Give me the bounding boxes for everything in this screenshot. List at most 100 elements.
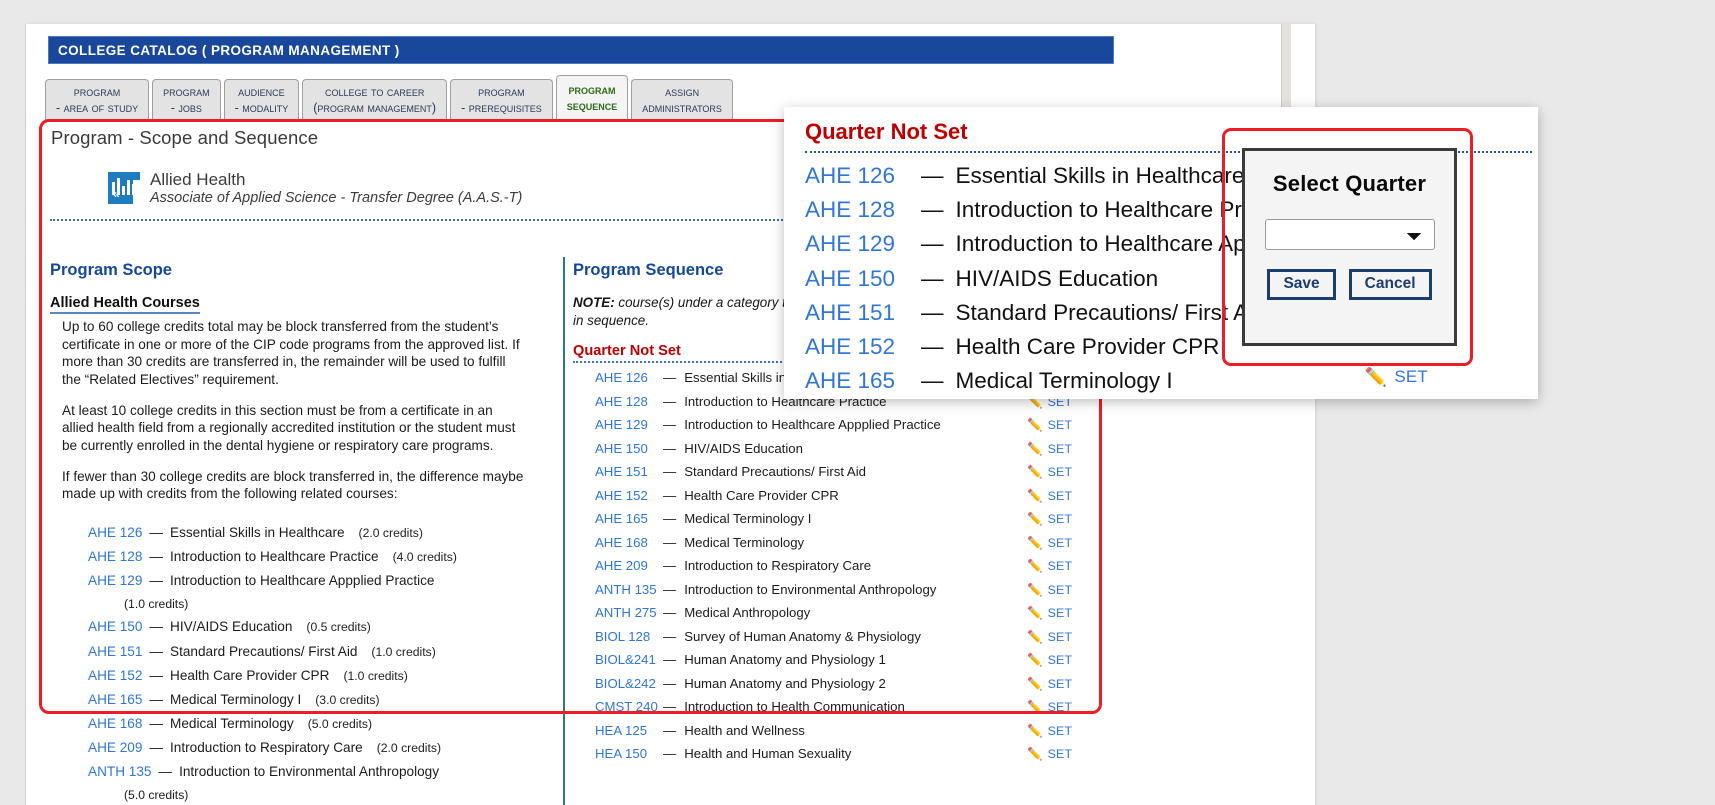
- course-code-link[interactable]: CMST 240: [595, 695, 661, 719]
- course-code-link[interactable]: BIOL&242: [595, 672, 661, 696]
- set-quarter-action[interactable]: ✏️ SET: [1027, 438, 1113, 460]
- course-code-link[interactable]: HEA 125: [595, 719, 661, 743]
- sequence-course-row: BIOL 128— Survey of Human Anatomy & Physi…: [573, 625, 1113, 649]
- set-quarter-action[interactable]: ✏️ SET: [1027, 414, 1113, 436]
- set-quarter-action[interactable]: ✏️ SET: [1027, 649, 1113, 671]
- set-link-label[interactable]: SET: [1048, 508, 1073, 530]
- tab-5[interactable]: Program Sequence: [555, 75, 629, 122]
- tab-2[interactable]: Audience - Modality: [223, 79, 300, 122]
- set-quarter-action[interactable]: ✏️ SET: [1027, 555, 1113, 577]
- scope-course-list: AHE 126 — Essential Skills in Healthcare (2…: [88, 521, 540, 805]
- set-link-label[interactable]: SET: [1048, 626, 1073, 648]
- set-link-label[interactable]: SET: [1048, 696, 1073, 718]
- set-link-label[interactable]: SET: [1048, 461, 1073, 483]
- set-link-label[interactable]: SET: [1048, 743, 1073, 765]
- app-title: COLLEGE CATALOG ( PROGRAM MANAGEMENT ): [58, 42, 400, 58]
- course-code-link[interactable]: AHE 151: [595, 460, 661, 484]
- course-code-link[interactable]: AHE 128: [88, 549, 142, 564]
- set-quarter-action[interactable]: ✏️ SET: [1027, 673, 1113, 695]
- tab-6[interactable]: Assign Administrators: [631, 79, 733, 122]
- set-link-label[interactable]: SET: [1394, 364, 1428, 390]
- course-code-link[interactable]: AHE 209: [88, 740, 142, 755]
- quarter-select[interactable]: [1264, 219, 1435, 250]
- course-title: Health and Human Sexuality: [684, 746, 852, 762]
- course-code-link[interactable]: AHE 165: [805, 364, 917, 398]
- course-title: Medical Terminology I: [684, 511, 812, 527]
- tab-3[interactable]: College to Career (Program Management): [302, 79, 448, 122]
- course-code-link[interactable]: AHE 168: [595, 531, 661, 555]
- course-code-link[interactable]: AHE 126: [805, 159, 917, 193]
- set-quarter-action[interactable]: ✏️ SET: [1027, 508, 1113, 530]
- course-code-link[interactable]: AHE 129: [595, 413, 661, 437]
- tab-label-line2: - Modality: [234, 100, 289, 115]
- course-code-link[interactable]: AHE 126: [88, 525, 142, 540]
- set-quarter-action[interactable]: ✏️ SET: [1027, 579, 1113, 601]
- pencil-icon: ✏️: [1027, 441, 1043, 456]
- select-quarter-dialog: Select Quarter Save Cancel: [1242, 148, 1457, 346]
- course-title: Standard Precautions/ First Aid: [955, 299, 1266, 325]
- set-link-label[interactable]: SET: [1048, 532, 1073, 554]
- course-code-link[interactable]: BIOL 128: [595, 625, 661, 649]
- set-quarter-action[interactable]: ✏️ SET: [1027, 743, 1113, 765]
- sequence-course-row: BIOL&242— Human Anatomy and Physiology 2 ✏…: [573, 672, 1113, 696]
- set-quarter-action[interactable]: ✏️ SET: [1027, 626, 1113, 648]
- set-link-label[interactable]: SET: [1048, 485, 1073, 507]
- course-dash: —: [149, 716, 164, 732]
- course-dash: —: [149, 573, 164, 589]
- course-code-link[interactable]: AHE 151: [805, 296, 917, 330]
- set-quarter-action[interactable]: ✏️ SET: [1027, 696, 1113, 718]
- set-quarter-action[interactable]: ✏️ SET: [1027, 532, 1113, 554]
- course-code-link[interactable]: BIOL&241: [595, 648, 661, 672]
- sequence-course-row: HEA 150— Health and Human Sexuality ✏️ SET: [573, 742, 1113, 766]
- course-code-link[interactable]: ANTH 135: [595, 578, 661, 602]
- course-code-link[interactable]: AHE 165: [595, 507, 661, 531]
- cancel-button[interactable]: Cancel: [1348, 269, 1432, 300]
- tab-4[interactable]: Program - Prerequisites: [450, 79, 553, 122]
- course-title: Introduction to Healthcare Appplied Prac…: [684, 417, 941, 433]
- course-title: Introduction to Respiratory Care: [170, 740, 363, 756]
- set-quarter-action[interactable]: ✏️ SET: [1027, 461, 1113, 483]
- tab-0[interactable]: Program - Area of Study: [45, 79, 150, 122]
- course-dash: —: [149, 740, 164, 756]
- set-quarter-action[interactable]: ✏️ SET: [1027, 720, 1113, 742]
- course-code-link[interactable]: AHE 150: [88, 619, 142, 634]
- course-credits: (0.5 credits): [306, 620, 371, 635]
- set-link-label[interactable]: SET: [1048, 579, 1073, 601]
- scope-paragraph-0: Up to 60 college credits total may be bl…: [62, 319, 520, 388]
- course-dash: —: [663, 699, 677, 715]
- course-code-link[interactable]: AHE 150: [595, 437, 661, 461]
- course-code-link[interactable]: AHE 129: [805, 227, 917, 261]
- pencil-icon: ✏️: [1027, 488, 1043, 503]
- course-code-link[interactable]: AHE 150: [805, 262, 917, 296]
- course-code-link[interactable]: AHE 128: [595, 390, 661, 414]
- course-code-link[interactable]: ANTH 135: [88, 764, 151, 779]
- course-title: Human Anatomy and Physiology 1: [684, 652, 886, 668]
- set-link-label[interactable]: SET: [1048, 602, 1073, 624]
- save-button[interactable]: Save: [1267, 269, 1336, 300]
- course-code-link[interactable]: AHE 165: [88, 692, 142, 707]
- set-link-label[interactable]: SET: [1048, 438, 1073, 460]
- course-code-link[interactable]: AHE 152: [805, 330, 917, 364]
- course-code-link[interactable]: AHE 128: [805, 193, 917, 227]
- set-link-label[interactable]: SET: [1048, 414, 1073, 436]
- course-code-link[interactable]: AHE 209: [595, 554, 661, 578]
- set-quarter-action[interactable]: ✏️ SET: [1027, 602, 1113, 624]
- pencil-icon: ✏️: [1027, 582, 1043, 597]
- course-code-link[interactable]: AHE 129: [88, 573, 142, 588]
- course-code-link[interactable]: AHE 126: [595, 366, 661, 390]
- course-code-link[interactable]: HEA 150: [595, 742, 661, 766]
- course-code-link[interactable]: AHE 168: [88, 716, 142, 731]
- set-link-label[interactable]: SET: [1048, 720, 1073, 742]
- set-quarter-action[interactable]: ✏️ SET: [1027, 485, 1113, 507]
- course-code-link[interactable]: ANTH 275: [595, 601, 661, 625]
- set-link-label[interactable]: SET: [1048, 649, 1073, 671]
- set-link-label[interactable]: SET: [1048, 555, 1073, 577]
- course-code-link[interactable]: AHE 152: [595, 484, 661, 508]
- course-code-link[interactable]: AHE 151: [88, 644, 142, 659]
- sequence-course-row: HEA 125— Health and Wellness ✏️ SET: [573, 719, 1113, 743]
- tab-1[interactable]: Program - Jobs: [152, 79, 221, 122]
- set-link-label[interactable]: SET: [1048, 673, 1073, 695]
- course-code-link[interactable]: AHE 152: [88, 668, 142, 683]
- set-quarter-action[interactable]: ✏️ SET: [1365, 364, 1428, 390]
- course-dash: —: [663, 417, 677, 433]
